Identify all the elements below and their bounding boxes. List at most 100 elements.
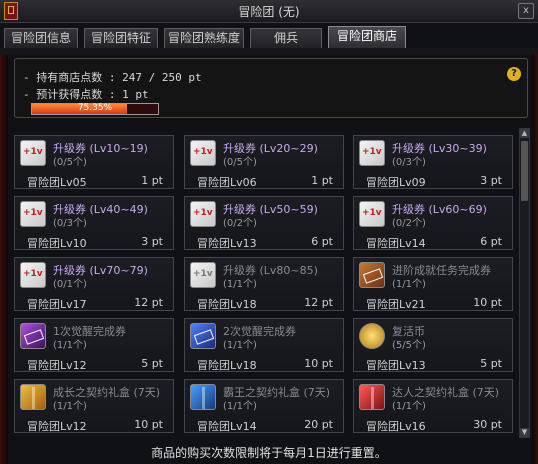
scroll-down-button[interactable]: ▼ bbox=[520, 428, 529, 437]
shop-item[interactable]: 霸王之契约礼盒 (7天) (1/1个) 冒险团Lv14 20 pt bbox=[184, 379, 344, 433]
item-purchase-limit: (0/3个) bbox=[53, 218, 87, 229]
item-required-level: 冒险团Lv21 bbox=[366, 298, 426, 311]
shop-item[interactable]: 升级券 (Lv60~69)(0/2个)冒险团Lv146 pt bbox=[353, 196, 513, 250]
awaken-ticket-icon bbox=[190, 323, 216, 349]
item-purchase-limit: (0/3个) bbox=[392, 157, 426, 168]
shop-item[interactable]: 升级券 (Lv30~39)(0/3个)冒险团Lv093 pt bbox=[353, 135, 513, 189]
shop-item[interactable]: 进阶成就任务完成券 (1/1个) 冒险团Lv21 10 pt bbox=[353, 257, 513, 311]
item-required-level: 冒险团Lv12 bbox=[27, 420, 87, 433]
adventure-team-window: 冒险团 (无) x 冒险团信息 冒险团特征 冒险团熟练度 佣兵 冒险团商店 - … bbox=[0, 0, 538, 464]
item-required-level: 冒险团Lv13 bbox=[366, 359, 426, 372]
item-required-level: 冒险团Lv14 bbox=[366, 237, 426, 250]
shop-item[interactable]: 成长之契约礼盒 (7天) (1/1个) 冒险团Lv12 10 pt bbox=[14, 379, 174, 433]
item-purchase-limit: (1/1个) bbox=[53, 401, 87, 412]
level-up-ticket-icon bbox=[190, 140, 216, 166]
item-price: 5 pt bbox=[141, 357, 163, 370]
item-price: 6 pt bbox=[311, 235, 333, 248]
scroll-up-button[interactable]: ▲ bbox=[520, 129, 529, 138]
item-price: 5 pt bbox=[480, 357, 502, 370]
item-price: 6 pt bbox=[480, 235, 502, 248]
level-up-ticket-icon bbox=[20, 140, 46, 166]
tab-team-traits[interactable]: 冒险团特征 bbox=[84, 28, 158, 48]
item-purchase-limit: (1/1个) bbox=[53, 340, 87, 351]
expected-points-text: - 预计获得点数 : 1 pt bbox=[23, 88, 149, 101]
item-purchase-limit: (1/1个) bbox=[223, 401, 257, 412]
right-border-decoration bbox=[532, 54, 538, 464]
gift-box-icon bbox=[20, 384, 46, 410]
item-price: 30 pt bbox=[473, 418, 502, 431]
tab-team-shop[interactable]: 冒险团商店 bbox=[328, 26, 406, 49]
shop-item[interactable]: 升级券 (Lv50~59)(0/2个)冒险团Lv136 pt bbox=[184, 196, 344, 250]
item-required-level: 冒险团Lv05 bbox=[27, 176, 87, 189]
item-purchase-limit: (1/1个) bbox=[223, 340, 257, 351]
shop-item[interactable]: 复活币 (5/5个) 冒险团Lv13 5 pt bbox=[353, 318, 513, 372]
item-price: 3 pt bbox=[141, 235, 163, 248]
item-price: 3 pt bbox=[480, 174, 502, 187]
level-up-ticket-icon bbox=[359, 140, 385, 166]
item-price: 12 pt bbox=[134, 296, 163, 309]
shop-points-panel: - 持有商店点数 : 247 / 250 pt - 预计获得点数 : 1 pt … bbox=[14, 58, 528, 118]
shop-points-text: - 持有商店点数 : 247 / 250 pt bbox=[23, 71, 202, 84]
item-purchase-limit: (1/1个) bbox=[392, 279, 426, 290]
tab-team-info[interactable]: 冒险团信息 bbox=[4, 28, 78, 48]
item-required-level: 冒险团Lv18 bbox=[197, 359, 257, 372]
revive-coin-icon bbox=[359, 323, 385, 349]
item-required-level: 冒险团Lv16 bbox=[366, 420, 426, 433]
item-price: 12 pt bbox=[304, 296, 333, 309]
item-price: 1 pt bbox=[311, 174, 333, 187]
item-required-level: 冒险团Lv17 bbox=[27, 298, 87, 311]
shop-item[interactable]: 升级券 (Lv80~85)(1/1个)冒险团Lv1812 pt bbox=[184, 257, 344, 311]
item-required-level: 冒险团Lv10 bbox=[27, 237, 87, 250]
item-required-level: 冒险团Lv12 bbox=[27, 359, 87, 372]
item-price: 10 pt bbox=[134, 418, 163, 431]
item-purchase-limit: (5/5个) bbox=[392, 340, 426, 351]
level-up-ticket-icon bbox=[190, 201, 216, 227]
quest-ticket-icon bbox=[359, 262, 385, 288]
shop-item[interactable]: 2次觉醒完成券 (1/1个) 冒险团Lv18 10 pt bbox=[184, 318, 344, 372]
tab-separator bbox=[0, 48, 538, 54]
shop-scrollbar[interactable]: ▲ ▼ bbox=[519, 128, 530, 438]
reset-notice: 商品的购买次数限制将于每月1日进行重置。 bbox=[151, 446, 387, 460]
level-up-ticket-icon bbox=[190, 262, 216, 288]
level-up-ticket-icon bbox=[20, 262, 46, 288]
shop-item[interactable]: 升级券 (Lv20~29)(0/5个)冒险团Lv061 pt bbox=[184, 135, 344, 189]
level-up-ticket-icon bbox=[359, 201, 385, 227]
item-purchase-limit: (0/2个) bbox=[392, 218, 426, 229]
level-up-ticket-icon bbox=[20, 201, 46, 227]
points-progress-bar: 75.35% bbox=[31, 103, 159, 115]
tab-team-proficiency[interactable]: 冒险团熟练度 bbox=[164, 28, 244, 48]
scroll-thumb[interactable] bbox=[521, 141, 528, 201]
item-price: 10 pt bbox=[304, 357, 333, 370]
tab-bar: 冒险团信息 冒险团特征 冒险团熟练度 佣兵 冒险团商店 bbox=[0, 22, 538, 49]
shop-item[interactable]: 升级券 (Lv70~79)(0/1个)冒险团Lv1712 pt bbox=[14, 257, 174, 311]
item-required-level: 冒险团Lv13 bbox=[197, 237, 257, 250]
item-required-level: 冒险团Lv06 bbox=[197, 176, 257, 189]
close-button[interactable]: x bbox=[518, 3, 534, 19]
gift-box-icon bbox=[190, 384, 216, 410]
shop-item[interactable]: 达人之契约礼盒 (7天) (1/1个) 冒险团Lv16 30 pt bbox=[353, 379, 513, 433]
item-purchase-limit: (1/1个) bbox=[392, 401, 426, 412]
shop-item[interactable]: 1次觉醒完成券 (1/1个) 冒险团Lv12 5 pt bbox=[14, 318, 174, 372]
item-price: 20 pt bbox=[304, 418, 333, 431]
item-required-level: 冒险团Lv09 bbox=[366, 176, 426, 189]
item-purchase-limit: (0/5个) bbox=[53, 157, 87, 168]
help-icon[interactable]: ? bbox=[507, 67, 521, 81]
item-required-level: 冒险团Lv18 bbox=[197, 298, 257, 311]
item-price: 1 pt bbox=[141, 174, 163, 187]
gift-box-icon bbox=[359, 384, 385, 410]
shop-item-grid: 升级券 (Lv10~19)(0/5个)冒险团Lv051 pt升级券 (Lv20~… bbox=[12, 125, 516, 437]
item-price: 10 pt bbox=[473, 296, 502, 309]
progress-label: 75.35% bbox=[77, 103, 113, 113]
title-bar[interactable]: 冒险团 (无) x bbox=[0, 0, 538, 23]
tab-mercenary[interactable]: 佣兵 bbox=[250, 28, 322, 48]
window-title: 冒险团 (无) bbox=[238, 5, 300, 19]
shop-item[interactable]: 升级券 (Lv10~19)(0/5个)冒险团Lv051 pt bbox=[14, 135, 174, 189]
shop-item[interactable]: 升级券 (Lv40~49)(0/3个)冒险团Lv103 pt bbox=[14, 196, 174, 250]
item-purchase-limit: (0/5个) bbox=[223, 157, 257, 168]
item-required-level: 冒险团Lv14 bbox=[197, 420, 257, 433]
item-purchase-limit: (0/2个) bbox=[223, 218, 257, 229]
left-border-decoration bbox=[0, 54, 8, 464]
item-purchase-limit: (0/1个) bbox=[53, 279, 87, 290]
item-purchase-limit: (1/1个) bbox=[223, 279, 257, 290]
awaken-ticket-icon bbox=[20, 323, 46, 349]
